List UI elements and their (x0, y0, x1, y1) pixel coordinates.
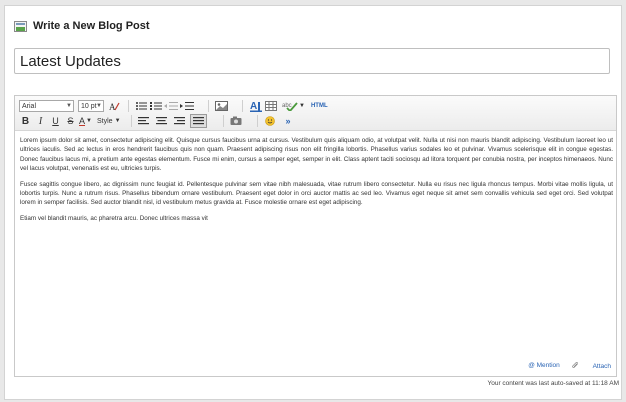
attach-label: Attach (592, 363, 611, 370)
toolbar-separator (242, 100, 243, 112)
svg-text:abc: abc (282, 103, 292, 109)
numbered-list-button[interactable] (149, 100, 162, 112)
image-icon (215, 101, 228, 111)
page-title: Write a New Blog Post (33, 20, 150, 32)
page-header: Write a New Blog Post (14, 17, 150, 35)
align-justify-icon (192, 117, 204, 125)
html-view-button[interactable]: HTML (311, 100, 328, 112)
autosave-status: Your content was last auto-saved at 11:1… (487, 380, 619, 387)
toolbar-separator (208, 100, 209, 112)
align-center-button[interactable] (155, 115, 168, 127)
strikethrough-button[interactable]: S (64, 115, 77, 127)
font-color-glyph: A (79, 116, 86, 126)
paperclip-icon (572, 361, 578, 368)
post-title-input[interactable] (14, 48, 610, 74)
bullet-list-icon (135, 102, 147, 110)
toolbar-row-1: Arial ▼ 10 pt ▼ A A abc ▼ HTML (19, 99, 330, 113)
text-color-icon: A (249, 101, 262, 112)
outdent-icon (164, 102, 178, 110)
numbered-list-icon (149, 102, 162, 110)
editor-content[interactable]: Lorem ipsum dolor sit amet, consectetur … (15, 131, 616, 223)
font-color-button[interactable]: A ▼ (79, 115, 92, 127)
spellcheck-icon: abc (282, 102, 298, 111)
chevron-down-icon: ▼ (96, 103, 102, 109)
style-label: Style (97, 117, 113, 125)
chevron-down-icon: ▼ (66, 103, 72, 109)
toolbar-separator (222, 115, 224, 127)
indent-icon (180, 102, 194, 110)
mention-link[interactable]: @ Mention (528, 362, 560, 370)
outdent-button[interactable] (164, 100, 178, 112)
table-icon (264, 101, 277, 111)
svg-text:A: A (250, 101, 257, 112)
spellcheck-button[interactable]: abc ▼ (282, 100, 305, 112)
toolbar-separator (128, 100, 129, 112)
style-dropdown[interactable]: Style ▼ (97, 115, 121, 127)
insert-media-button[interactable] (230, 115, 243, 127)
clear-format-icon: A (109, 102, 120, 111)
font-family-select[interactable]: Arial ▼ (19, 100, 74, 112)
insert-table-button[interactable] (264, 100, 277, 112)
toolbar-row-2: B I U S A ▼ Style ▼ » (19, 114, 297, 128)
align-right-icon (173, 117, 185, 125)
smiley-icon (265, 116, 275, 126)
content-paragraph: Lorem ipsum dolor sit amet, consectetur … (20, 137, 613, 173)
font-family-value: Arial (22, 102, 37, 110)
toolbar-separator (130, 115, 132, 127)
font-size-select[interactable]: 10 pt ▼ (78, 100, 104, 112)
editor-toolbar: Arial ▼ 10 pt ▼ A A abc ▼ HTML B I U S A… (15, 96, 616, 131)
align-right-button[interactable] (173, 115, 186, 127)
indent-button[interactable] (180, 100, 194, 112)
text-color-button[interactable]: A (249, 100, 262, 112)
align-justify-button[interactable] (189, 114, 207, 128)
align-left-icon (137, 117, 149, 125)
bullet-list-button[interactable] (134, 100, 147, 112)
blog-post-icon (14, 20, 27, 32)
chevron-down-icon: ▼ (299, 103, 305, 109)
bold-button[interactable]: B (19, 115, 32, 127)
insert-image-button[interactable] (215, 100, 228, 112)
align-left-button[interactable] (137, 115, 150, 127)
html-label: HTML (310, 103, 328, 109)
underline-button[interactable]: U (49, 115, 62, 127)
rich-text-editor: Arial ▼ 10 pt ▼ A A abc ▼ HTML B I U S A… (14, 95, 617, 377)
content-paragraph: Fusce sagittis congue libero, ac digniss… (20, 180, 613, 207)
camera-icon (230, 116, 242, 125)
content-paragraph: Etiam vel blandit mauris, ac pharetra ar… (20, 214, 208, 222)
attach-link[interactable]: Attach (572, 361, 611, 370)
clear-format-button[interactable]: A (108, 100, 121, 112)
italic-button[interactable]: I (34, 115, 47, 127)
editor-footer: @ Mention Attach (516, 361, 611, 370)
chevron-down-icon: ▼ (114, 118, 121, 124)
font-size-value: 10 pt (81, 102, 97, 110)
expand-toolbar-button[interactable]: » (282, 115, 295, 127)
chevron-down-icon: ▼ (86, 118, 92, 124)
toolbar-separator (256, 115, 258, 127)
align-center-icon (155, 117, 167, 125)
emoticon-button[interactable] (264, 115, 277, 127)
